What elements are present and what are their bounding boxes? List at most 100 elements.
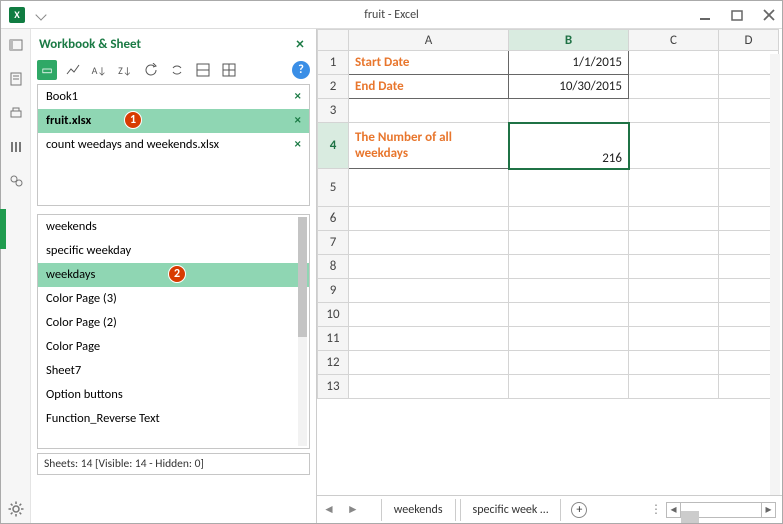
row-header[interactable]: 3 <box>318 99 349 123</box>
row-header[interactable]: 8 <box>318 255 349 279</box>
row-header[interactable]: 4 <box>318 123 349 169</box>
close-workbook-icon[interactable]: × <box>295 113 301 128</box>
cell-b2[interactable]: 10/30/2015 <box>509 75 629 99</box>
toolbar-view-icon[interactable]: ▭ <box>37 60 57 80</box>
columns-icon[interactable] <box>8 139 24 155</box>
cell[interactable] <box>629 303 719 327</box>
cell[interactable] <box>509 303 629 327</box>
pane-close-icon[interactable]: × <box>292 35 308 54</box>
row-header[interactable]: 2 <box>318 75 349 99</box>
cell[interactable] <box>349 303 509 327</box>
vertical-scrollbar[interactable] <box>770 54 780 495</box>
cell[interactable] <box>629 207 719 231</box>
toolbar-grid1-icon[interactable] <box>193 60 213 80</box>
cell[interactable] <box>629 169 719 207</box>
cell[interactable] <box>629 375 719 399</box>
minimize-button[interactable] <box>698 8 712 22</box>
toolbar-sort-za-icon[interactable]: Z↓ <box>115 60 135 80</box>
cell-b1[interactable]: 1/1/2015 <box>509 51 629 75</box>
cell[interactable] <box>509 231 629 255</box>
cell-a2[interactable]: End Date <box>349 75 509 99</box>
cell[interactable] <box>629 327 719 351</box>
col-header[interactable]: C <box>629 30 719 51</box>
tab-nav-prev-icon[interactable]: ◄ <box>317 502 341 517</box>
cell[interactable] <box>349 207 509 231</box>
autotext-icon[interactable] <box>8 71 24 87</box>
cell[interactable] <box>629 351 719 375</box>
cell[interactable] <box>509 327 629 351</box>
cell[interactable] <box>349 375 509 399</box>
toolbar-sync-icon[interactable] <box>167 60 187 80</box>
toolbar-chart-icon[interactable] <box>63 60 83 80</box>
row-header[interactable]: 7 <box>318 231 349 255</box>
cell[interactable] <box>509 255 629 279</box>
cell[interactable] <box>349 327 509 351</box>
help-icon[interactable]: ? <box>292 61 310 79</box>
find-icon[interactable] <box>8 173 24 189</box>
sheet-item[interactable]: Color Page <box>38 335 309 359</box>
sheet-item[interactable]: weekends <box>38 215 309 239</box>
row-header[interactable]: 1 <box>318 51 349 75</box>
sheetlist-scrollbar-thumb[interactable] <box>298 217 307 337</box>
workbook-item[interactable]: Book1 × <box>38 85 309 109</box>
cell[interactable] <box>509 207 629 231</box>
cell[interactable] <box>509 351 629 375</box>
sheet-item[interactable]: Color Page (2) <box>38 311 309 335</box>
cell[interactable] <box>349 99 509 123</box>
cell[interactable] <box>509 375 629 399</box>
select-all-corner[interactable] <box>318 30 349 51</box>
row-header[interactable]: 6 <box>318 207 349 231</box>
horizontal-scrollbar[interactable]: ◂ ▸ <box>666 502 776 518</box>
settings-gear-icon[interactable] <box>8 501 24 517</box>
cell[interactable] <box>629 123 719 169</box>
col-header[interactable]: D <box>719 30 779 51</box>
toolbar-grid2-icon[interactable] <box>219 60 239 80</box>
hscroll-thumb[interactable] <box>681 511 699 523</box>
sheet-tab[interactable]: weekends <box>381 499 456 521</box>
workbook-item[interactable]: fruit.xlsx × 1 <box>38 109 309 133</box>
toolbar-sort-az-icon[interactable]: A↓ <box>89 60 109 80</box>
toolbar-refresh-icon[interactable] <box>141 60 161 80</box>
cell[interactable] <box>629 279 719 303</box>
col-header[interactable]: B <box>509 30 629 51</box>
cell[interactable] <box>629 99 719 123</box>
kutools-tab-icon[interactable] <box>8 37 24 53</box>
cell[interactable] <box>629 51 719 75</box>
cell[interactable] <box>349 351 509 375</box>
cell[interactable] <box>509 279 629 303</box>
sheet-item[interactable]: Color Page (3) <box>38 287 309 311</box>
row-header[interactable]: 11 <box>318 327 349 351</box>
col-header[interactable]: A <box>349 30 509 51</box>
hscroll-right-icon[interactable]: ▸ <box>761 502 775 517</box>
sheet-item[interactable]: Option buttons <box>38 383 309 407</box>
close-window-button[interactable] <box>762 8 776 22</box>
row-header[interactable]: 12 <box>318 351 349 375</box>
sheet-item[interactable]: Sheet7 <box>38 359 309 383</box>
close-workbook-icon[interactable]: × <box>295 137 301 152</box>
cell-b4-active[interactable]: 216 <box>509 123 629 169</box>
cell-grid[interactable]: A B C D 1 Start Date 1/1/2015 2 End Date… <box>317 29 779 399</box>
cell-a1[interactable]: Start Date <box>349 51 509 75</box>
cell[interactable] <box>629 231 719 255</box>
cell[interactable] <box>629 75 719 99</box>
new-sheet-icon[interactable]: + <box>571 502 587 518</box>
print-icon[interactable] <box>8 105 24 121</box>
row-header[interactable]: 10 <box>318 303 349 327</box>
row-header[interactable]: 5 <box>318 169 349 207</box>
cell[interactable] <box>509 99 629 123</box>
hscroll-left-icon[interactable]: ◂ <box>667 502 681 517</box>
row-header[interactable]: 9 <box>318 279 349 303</box>
workbook-item[interactable]: count weedays and weekends.xlsx × <box>38 133 309 157</box>
sheet-item[interactable]: Function_Reverse Text <box>38 407 309 431</box>
cell[interactable] <box>509 169 629 207</box>
cell[interactable] <box>349 231 509 255</box>
row-header[interactable]: 13 <box>318 375 349 399</box>
sheet-item[interactable]: specific weekday <box>38 239 309 263</box>
tab-nav-next-icon[interactable]: ► <box>341 502 365 517</box>
cell[interactable] <box>349 279 509 303</box>
maximize-button[interactable] <box>730 8 744 22</box>
cell-a4[interactable]: The Number of all weekdays <box>349 123 509 169</box>
cell[interactable] <box>349 169 509 207</box>
sheet-item[interactable]: weekdays 2 <box>38 263 309 287</box>
close-workbook-icon[interactable]: × <box>295 89 301 104</box>
